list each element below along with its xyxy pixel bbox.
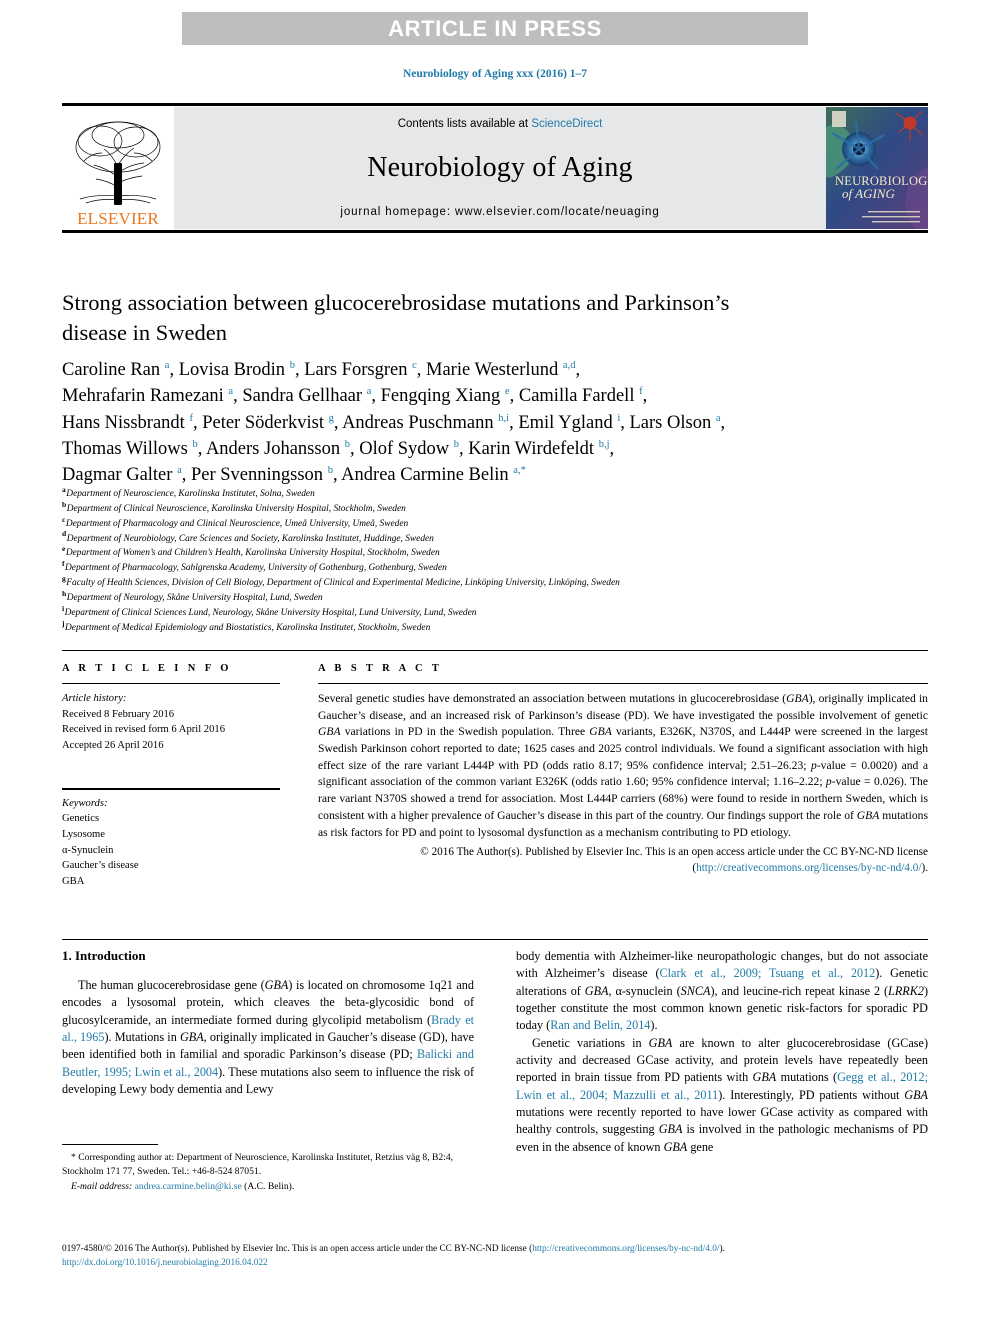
journal-title: Neurobiology of Aging [367, 152, 633, 183]
band-bottom-rule [62, 939, 928, 940]
footnote-rule [62, 1144, 158, 1145]
article-info-column: A R T I C L E I N F O Article history: R… [62, 650, 280, 890]
issn-copyright-line: 0197-4580/© 2016 The Author(s). Publishe… [62, 1243, 942, 1257]
keywords-label: Keywords: [62, 797, 108, 809]
body-column-left: 1. Introduction The human glucocerebrosi… [62, 948, 474, 1193]
footer-cc-license-link[interactable]: http://creativecommons.org/licenses/by-n… [532, 1244, 719, 1254]
affiliation-item: fDepartment of Pharmacology, Sahlgrenska… [62, 559, 447, 574]
doi-link[interactable]: http://dx.doi.org/10.1016/j.neurobiolagi… [62, 1258, 268, 1268]
article-history-item: Accepted 26 April 2016 [62, 740, 164, 752]
abstract-column: A B S T R A C T Several genetic studies … [318, 650, 928, 890]
affiliation-item: cDepartment of Pharmacology and Clinical… [62, 514, 409, 529]
email-note: E-mail address: andrea.carmine.belin@ki.… [62, 1180, 474, 1194]
keyword-item: Gaucher’s disease [62, 860, 139, 872]
affiliation-item: hDepartment of Neurology, Skåne Universi… [62, 588, 323, 604]
keywords-divider [62, 787, 280, 790]
keyword-item: GBA [62, 876, 85, 888]
journal-homepage: journal homepage: www.elsevier.com/locat… [340, 206, 660, 218]
affiliation-item: iDepartment of Clinical Sciences Lund, N… [62, 603, 477, 618]
email-label: E-mail address: [71, 1180, 133, 1192]
affiliation-item: bDepartment of Clinical Neuroscience, Ka… [62, 499, 406, 514]
sciencedirect-link[interactable]: ScienceDirect [531, 118, 602, 130]
info-abstract-band: A R T I C L E I N F O Article history: R… [62, 650, 928, 940]
page-title: Strong association between glucocerebros… [62, 290, 730, 345]
keyword-item: Lysosome [62, 829, 105, 841]
affiliation-item: gFaculty of Health Sciences, Division of… [62, 574, 620, 589]
affiliation-item: jDepartment of Medical Epidemiology and … [62, 618, 431, 633]
intro-paragraph-right-2: Genetic variations in GBA are known to a… [516, 1035, 929, 1154]
affiliation-item: eDepartment of Women’s and Children’s He… [62, 544, 440, 559]
abstract-text: Several genetic studies have demonstrate… [318, 692, 929, 839]
copyright-suffix: ). [921, 862, 928, 875]
intro-paragraph-right-1: body dementia with Alzheimer-like neurop… [516, 949, 929, 1033]
keyword-item: Genetics [62, 813, 100, 825]
affiliation-item: dDepartment of Neurobiology, Care Scienc… [62, 529, 434, 544]
elsevier-wordmark: ELSEVIER [77, 209, 159, 228]
masthead-bottom-rule [62, 230, 928, 233]
journal-cover-thumbnail: NEUROBIOLOGY of AGING [826, 107, 928, 229]
affiliation-list: aDepartment of Neuroscience, Karolinska … [62, 484, 928, 636]
svg-text:of AGING: of AGING [842, 186, 895, 201]
title-block: Strong association between glucocerebros… [62, 288, 762, 348]
article-in-press-banner: ARTICLE IN PRESS [182, 12, 808, 45]
abstract-heading: A B S T R A C T [318, 663, 443, 674]
masthead-center: Contents lists available at ScienceDirec… [174, 107, 826, 229]
article-history-item: Received 8 February 2016 [62, 708, 175, 720]
contents-lists-prefix: Contents lists available at [397, 118, 532, 130]
article-info-heading: A R T I C L E I N F O [62, 663, 232, 674]
masthead-top-rule [62, 103, 928, 106]
abstract-divider [318, 683, 928, 684]
section-heading-introduction: 1. Introduction [62, 948, 146, 963]
article-history-item: Received in revised form 6 April 2016 [62, 724, 225, 736]
cc-license-link[interactable]: http://creativecommons.org/licenses/by-n… [696, 862, 921, 874]
elsevier-logo: ELSEVIER [62, 107, 174, 229]
footer-legal-block: 0197-4580/© 2016 The Author(s). Publishe… [62, 1243, 942, 1271]
author-list: Caroline Ran a, Lovisa Brodin b, Lars Fo… [62, 359, 726, 486]
journal-masthead: ELSEVIER Contents lists available at Sci… [62, 103, 928, 233]
elsevier-tree-icon [75, 121, 161, 205]
article-history-label: Article history: [62, 693, 127, 704]
keyword-item: α-Synuclein [62, 844, 114, 856]
body-column-right: body dementia with Alzheimer-like neurop… [516, 948, 928, 1193]
doi-line: http://dx.doi.org/10.1016/j.neurobiolagi… [62, 1257, 942, 1271]
keywords-block: Keywords: Genetics Lysosome α-Synuclein … [62, 796, 280, 890]
intro-paragraph-left: The human glucocerebrosidase gene (GBA) … [62, 978, 475, 1096]
article-page: ARTICLE IN PRESS Neurobiology of Aging x… [0, 0, 990, 1320]
article-history-block: Article history: Received 8 February 201… [62, 691, 280, 754]
article-in-press-label: ARTICLE IN PRESS [388, 15, 602, 41]
email-owner: (A.C. Belin). [244, 1180, 295, 1192]
affiliation-item: aDepartment of Neuroscience, Karolinska … [62, 484, 315, 499]
journal-citation-line: Neurobiology of Aging xxx (2016) 1–7 [402, 68, 588, 80]
journal-cover-art: NEUROBIOLOGY of AGING [826, 107, 928, 229]
corresponding-email-link[interactable]: andrea.carmine.belin@ki.se [135, 1181, 242, 1192]
abstract-copyright: © 2016 The Author(s). Published by Elsev… [318, 844, 928, 876]
footnote-block: * Corresponding author at: Department of… [62, 1144, 474, 1194]
article-info-divider [62, 683, 280, 684]
issn-prefix: 0197-4580/© 2016 The Author(s). Publishe… [62, 1244, 533, 1254]
corresponding-author-note: * Corresponding author at: Department of… [62, 1152, 454, 1178]
body-columns: 1. Introduction The human glucocerebrosi… [62, 948, 928, 1193]
issn-suffix: ). [719, 1244, 725, 1254]
contents-lists-line: Contents lists available at ScienceDirec… [398, 118, 603, 130]
